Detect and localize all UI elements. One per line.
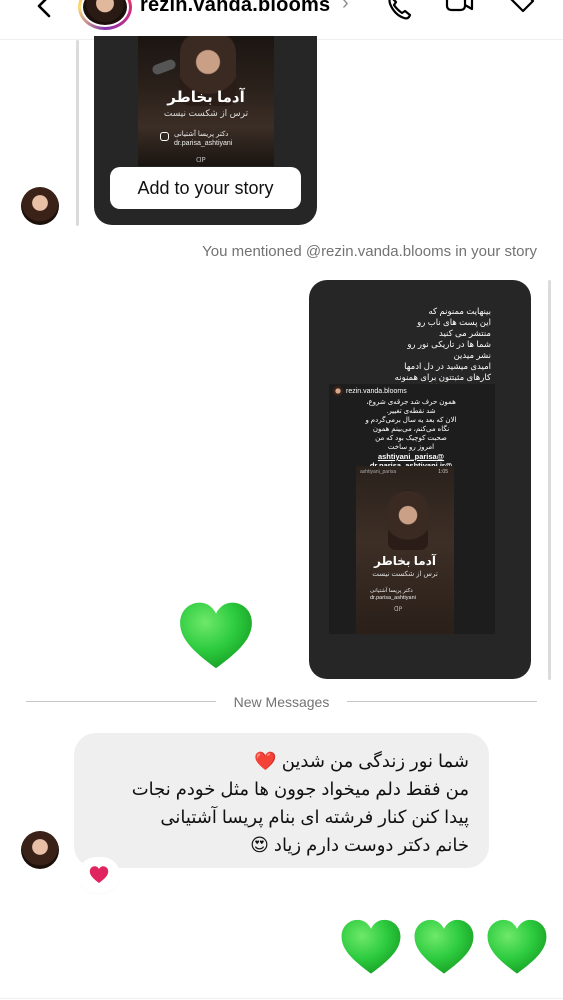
green-heart-icon [487, 919, 547, 974]
add-to-your-story-button[interactable]: Add to your story [110, 167, 301, 209]
video-camera-icon[interactable] [444, 0, 474, 22]
header-avatar[interactable] [78, 0, 132, 30]
video-person-image [388, 490, 428, 550]
mention-notice: You mentioned @rezin.vanda.blooms in you… [202, 243, 537, 260]
mentioned-story-card[interactable]: بینهایت ممنونم که این پست های ناب رو منت… [309, 280, 531, 679]
tag-icon[interactable] [506, 0, 536, 22]
video-time: 1:05 [438, 469, 448, 475]
sender-avatar[interactable] [21, 187, 59, 225]
instagram-icon [160, 132, 169, 141]
reply-thread-line [76, 40, 79, 226]
new-messages-divider: New Messages [26, 694, 537, 710]
green-heart-icon [414, 919, 474, 974]
green-heart-icon[interactable] [177, 598, 255, 676]
chat-header: rezin.vanda.blooms › [0, 0, 563, 40]
phone-icon[interactable] [384, 0, 414, 22]
microphone-icon [151, 58, 177, 76]
video-overlay-credit: دکتر پریسا آشتیانی dr.parisa_ashtiyani [370, 588, 416, 601]
red-heart-icon [89, 866, 109, 883]
green-heart-icon [341, 919, 401, 974]
composer-divider [0, 998, 563, 999]
back-arrow-icon[interactable] [30, 0, 60, 22]
mention-tag[interactable]: @ashtiyani_parisa [341, 452, 481, 461]
new-messages-label: New Messages [233, 694, 330, 710]
message-text: شما نور زندگی من شدین ❤️ من فقط دلم میخو… [131, 751, 469, 855]
header-username[interactable]: rezin.vanda.blooms [140, 0, 330, 17]
reaction-badge[interactable] [80, 859, 118, 891]
reposted-username: rezin.vanda.blooms [346, 387, 407, 395]
video-overlay-title: آدما بخاطر [374, 554, 436, 568]
video-overlay-subtitle: ترس از شکست نیست [372, 571, 438, 578]
story-logo: ᗡ𝖯 [196, 157, 206, 164]
chevron-right-icon[interactable]: › [342, 0, 349, 15]
reposted-text: همون حرف شد جرقه‌ی شروع، شد نقطه‌ی تغییر… [365, 399, 457, 451]
story-video-thumbnail: ashtiyani_parisa 1:05 آدما بخاطر ترس از … [356, 466, 454, 634]
video-caption: ashtiyani_parisa [360, 469, 397, 475]
story-text: بینهایت ممنونم که این پست های ناب رو منت… [394, 306, 491, 393]
story-overlay-subtitle: ترس از شکست نیست [163, 108, 249, 118]
shared-story-card[interactable]: آدما بخاطر ترس از شکست نیست دکتر پریسا آ… [94, 36, 317, 225]
sender-avatar[interactable] [21, 831, 59, 869]
story-overlay-title: آدما بخاطر [167, 89, 245, 106]
sent-hearts-message[interactable] [339, 916, 549, 980]
story-overlay-credit: دکتر پریسا آشتیانی dr.parisa_ashtiyani [174, 131, 233, 147]
reply-thread-line [548, 280, 551, 680]
reposted-avatar [333, 386, 343, 396]
video-logo: ᗡ𝖯 [394, 607, 403, 613]
received-message-bubble[interactable]: شما نور زندگی من شدین ❤️ من فقط دلم میخو… [74, 733, 489, 868]
story-thumbnail[interactable]: آدما بخاطر ترس از شکست نیست دکتر پریسا آ… [138, 36, 274, 166]
